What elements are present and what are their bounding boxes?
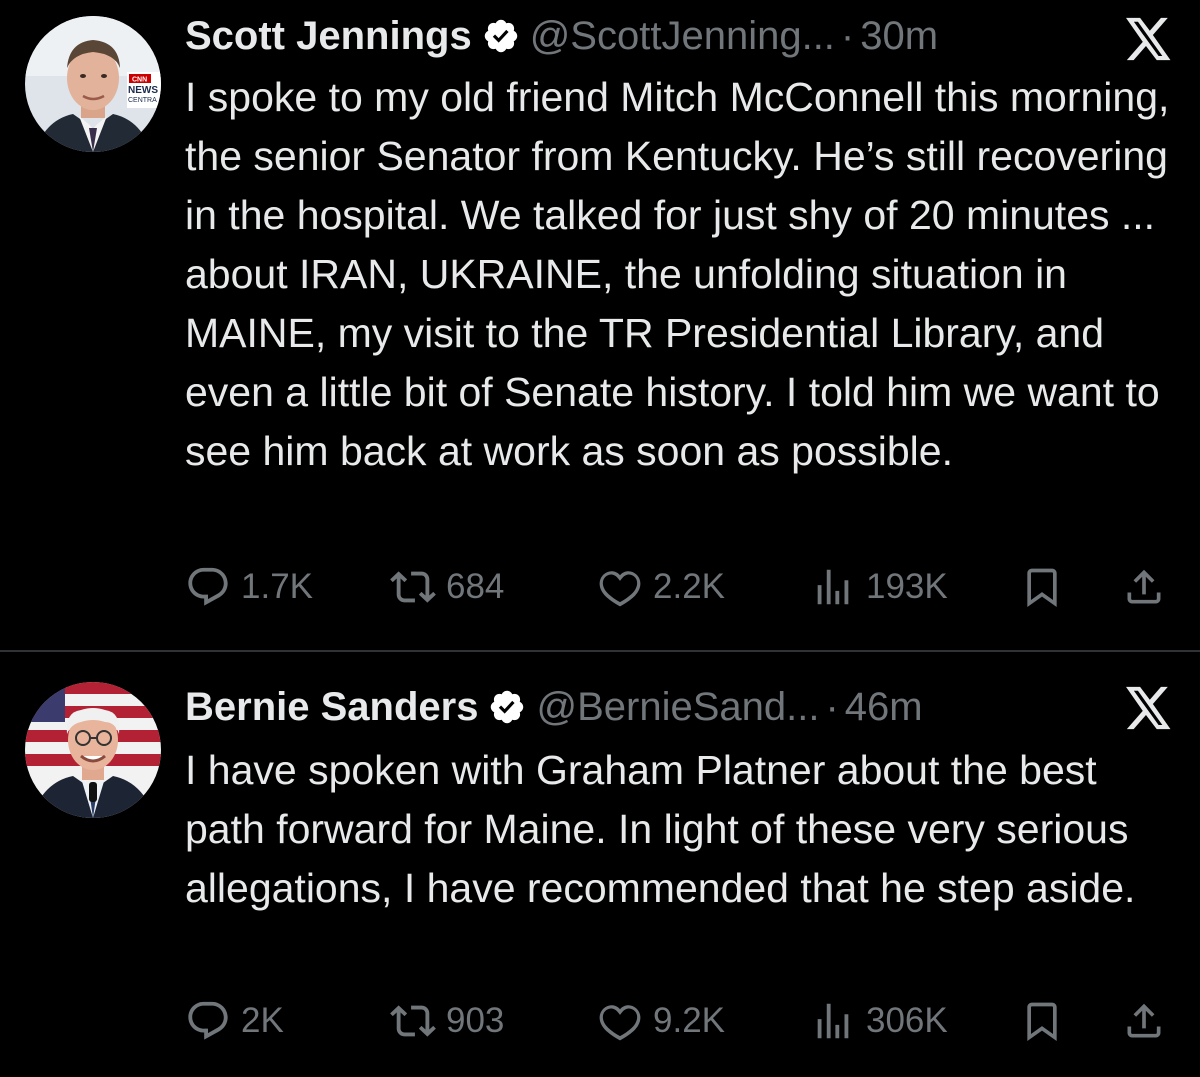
share-button[interactable] <box>1122 997 1166 1045</box>
bookmark-icon <box>1020 999 1064 1043</box>
svg-text:CNN: CNN <box>132 77 147 84</box>
reply-button[interactable]: 2K <box>185 997 284 1045</box>
repost-count: 684 <box>446 567 505 606</box>
share-icon <box>1122 565 1166 609</box>
repost-count: 903 <box>446 1001 505 1040</box>
like-count: 2.2K <box>653 567 725 606</box>
timestamp[interactable]: 30m <box>860 12 938 60</box>
x-logo-icon <box>1126 686 1172 730</box>
repost-icon <box>390 564 436 610</box>
like-count: 9.2K <box>653 1001 725 1040</box>
views-count: 193K <box>866 567 948 606</box>
verified-badge-icon <box>488 688 526 726</box>
tweet-text: I spoke to my old friend Mitch McConnell… <box>185 74 1170 474</box>
action-bar: 2K 903 9.2K 306K <box>185 997 1175 1045</box>
views-icon <box>810 564 856 610</box>
heart-icon <box>597 998 643 1044</box>
views-button[interactable]: 306K <box>810 997 948 1045</box>
verified-badge-icon <box>482 17 520 55</box>
tweet-header: Bernie Sanders @BernieSand... · 46m <box>185 683 1080 731</box>
like-button[interactable]: 2.2K <box>597 563 725 611</box>
repost-icon <box>390 998 436 1044</box>
avatar[interactable] <box>25 682 161 818</box>
tweet-header: Scott Jennings @ScottJenning... · 30m <box>185 12 1080 60</box>
user-handle[interactable]: @BernieSand... <box>536 683 819 731</box>
like-button[interactable]: 9.2K <box>597 997 725 1045</box>
views-button[interactable]: 193K <box>810 563 948 611</box>
display-name[interactable]: Bernie Sanders <box>185 683 478 731</box>
views-icon <box>810 998 856 1044</box>
timestamp[interactable]: 46m <box>845 683 923 731</box>
reply-count: 2K <box>241 1001 284 1040</box>
user-handle[interactable]: @ScottJenning... <box>530 12 835 60</box>
reply-icon <box>185 564 231 610</box>
reply-icon <box>185 998 231 1044</box>
tweet-card[interactable]: Bernie Sanders @BernieSand... · 46m I ha… <box>0 652 1200 1077</box>
avatar[interactable]: CNN NEWS CENTRA <box>25 16 161 152</box>
bookmark-button[interactable] <box>1020 997 1064 1045</box>
action-bar: 1.7K 684 2.2K 193K <box>185 563 1175 611</box>
tweet-card[interactable]: CNN NEWS CENTRA Scott Jennings @ScottJen… <box>0 0 1200 650</box>
svg-text:CENTRA: CENTRA <box>128 97 157 104</box>
repost-button[interactable]: 903 <box>390 997 504 1045</box>
bookmark-button[interactable] <box>1020 563 1064 611</box>
display-name[interactable]: Scott Jennings <box>185 12 472 60</box>
x-logo-icon <box>1126 17 1172 61</box>
share-icon <box>1122 999 1166 1043</box>
reply-count: 1.7K <box>241 567 313 606</box>
heart-icon <box>597 564 643 610</box>
repost-button[interactable]: 684 <box>390 563 504 611</box>
tweet-text: I have spoken with Graham Platner about … <box>185 747 1136 911</box>
share-button[interactable] <box>1122 563 1166 611</box>
separator-dot: · <box>825 685 839 729</box>
svg-text:NEWS: NEWS <box>128 85 158 96</box>
bookmark-icon <box>1020 565 1064 609</box>
separator-dot: · <box>840 14 855 58</box>
views-count: 306K <box>866 1001 948 1040</box>
reply-button[interactable]: 1.7K <box>185 563 313 611</box>
